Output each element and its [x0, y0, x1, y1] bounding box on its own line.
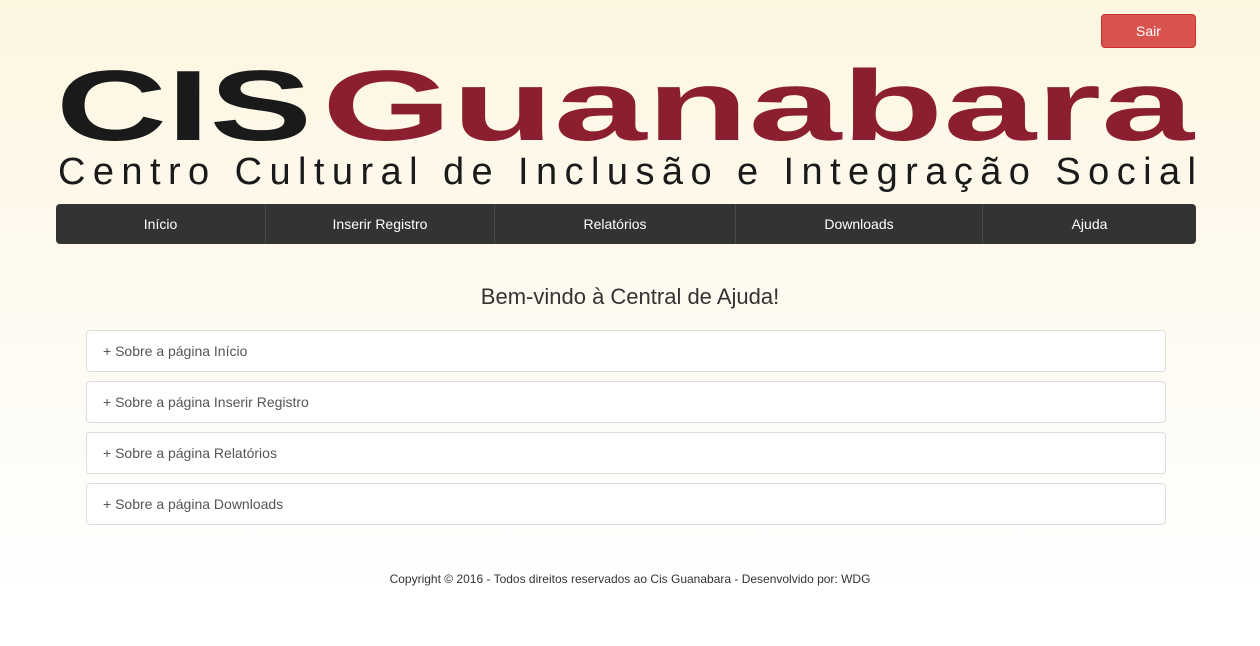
- site-logo: CIS Guanabara Centro Cultural de Inclusã…: [56, 62, 1196, 192]
- logo-guanabara-text: Guanabara: [322, 62, 1196, 162]
- logo-cis-text: CIS: [56, 62, 312, 162]
- footer-copyright: Copyright © 2016 - Todos direitos reserv…: [389, 572, 871, 586]
- nav-item-downloads[interactable]: Downloads: [736, 204, 983, 244]
- nav-item-inserir-registro[interactable]: Inserir Registro: [266, 204, 495, 244]
- nav-item-ajuda[interactable]: Ajuda: [983, 204, 1196, 244]
- main-nav: Início Inserir Registro Relatórios Downl…: [56, 204, 1196, 244]
- help-panel-downloads[interactable]: + Sobre a página Downloads: [86, 483, 1166, 525]
- page-title: Bem-vindo à Central de Ajuda!: [480, 284, 780, 309]
- help-panel-inserir-registro[interactable]: + Sobre a página Inserir Registro: [86, 381, 1166, 423]
- logout-button[interactable]: Sair: [1101, 14, 1196, 48]
- nav-item-relatorios[interactable]: Relatórios: [495, 204, 736, 244]
- help-panel-relatorios[interactable]: + Sobre a página Relatórios: [86, 432, 1166, 474]
- nav-item-inicio[interactable]: Início: [56, 204, 266, 244]
- help-panel-inicio[interactable]: + Sobre a página Início: [86, 330, 1166, 372]
